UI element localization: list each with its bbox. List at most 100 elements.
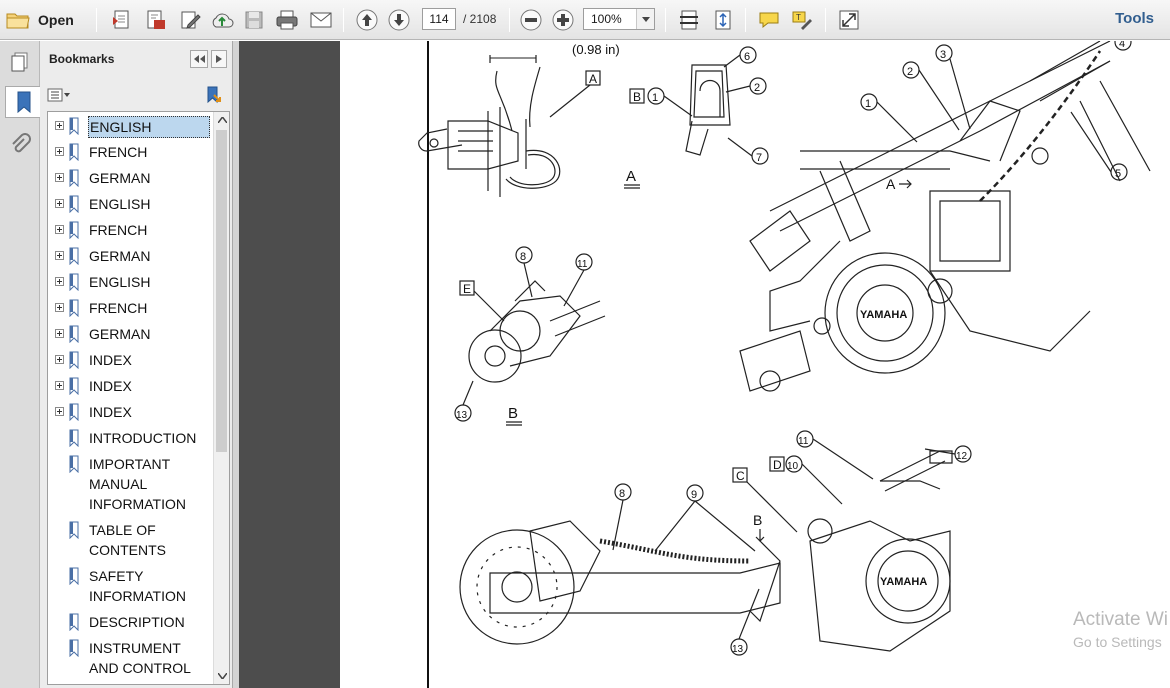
comment-icon[interactable] [755,7,783,33]
callout-8: 8 [520,251,526,263]
bookmark-label: DESCRIPTION [89,614,185,630]
zoom-select[interactable]: 100% [583,8,655,30]
bookmark-icon [68,117,80,140]
bookmarks-panel-title: Bookmarks [49,52,115,66]
expand-icon[interactable] [55,277,64,286]
upload-cloud-icon[interactable] [208,7,236,33]
page-number-input[interactable]: 114 [422,8,456,30]
callout-10: 10 [787,461,799,472]
bookmarks-panel-icon[interactable] [5,86,41,118]
collapse-panel-button[interactable] [190,50,208,68]
engine-brand-text-lower: YAMAHA [880,576,927,588]
scroll-down-icon[interactable] [214,668,229,684]
zoom-in-button[interactable] [550,7,576,33]
create-pdf-icon[interactable] [108,7,136,33]
previous-page-button[interactable] [354,7,380,33]
callout-5: 5 [1115,168,1121,180]
bookmark-options-button[interactable] [47,86,73,104]
toolbar-separator [96,8,97,32]
bookmark-label: IMPORTANT MANUAL INFORMATION [89,456,186,512]
expand-icon[interactable] [55,329,64,338]
edit-pdf-icon[interactable] [176,7,204,33]
bookmark-scrollbar[interactable] [213,112,229,684]
toolbar-separator [509,8,510,32]
cable-guide-illustration [685,64,731,156]
callout-9: 9 [691,489,697,501]
expand-icon[interactable] [55,225,64,234]
arrow-label-b: B [753,512,762,528]
bookmark-icon [68,521,80,544]
highlight-icon[interactable]: T [788,7,816,33]
expand-icon[interactable] [55,199,64,208]
bookmark-icon [68,143,80,166]
bookmark-label: INTRODUCTION [89,430,197,446]
bookmarks-panel: Bookmarks ENGLISH FRENCH GERMAN ENGLISH … [40,41,233,688]
bookmark-icon [68,455,80,478]
bookmark-icon [68,429,80,452]
bookmark-icon [68,567,80,590]
open-label: Open [38,12,74,28]
bookmark-label: INDEX [89,378,132,394]
callout-1-main: 1 [865,98,871,110]
box-label-a: A [589,72,597,86]
new-bookmark-icon[interactable] [203,85,223,105]
view-label-a: A [626,168,636,185]
expand-icon[interactable] [55,173,64,182]
bookmark-label: TABLE OF CONTENTS [89,522,166,558]
bookmark-icon [68,351,80,374]
expand-icon[interactable] [55,251,64,260]
windows-activation-watermark: Activate Wi [1073,609,1169,630]
bookmark-label: FRENCH [89,144,148,160]
next-page-button[interactable] [386,7,412,33]
box-label-c: C [736,469,745,483]
expand-icon[interactable] [55,303,64,312]
expand-icon[interactable] [55,355,64,364]
fullscreen-icon[interactable] [835,7,863,33]
chevron-down-icon[interactable] [636,9,654,29]
folder-icon [6,10,30,30]
zoom-out-button[interactable] [518,7,544,33]
export-pdf-icon[interactable] [142,7,170,33]
bookmark-icon [68,195,80,218]
print-icon[interactable] [272,7,302,33]
toolbar-separator [343,8,344,32]
toolbar-separator [825,8,826,32]
callout-13-lower: 13 [732,644,744,655]
tools-link[interactable]: Tools [1115,10,1154,27]
bookmark-icon [68,639,80,662]
scrollbar-thumb[interactable] [216,130,227,452]
expand-icon[interactable] [55,407,64,416]
fit-page-icon[interactable] [675,7,703,33]
dimension-label: (0.98 in) [572,42,620,57]
svg-text:T: T [796,13,801,22]
arrow-label-a: A [886,176,896,192]
bookmark-icon [68,273,80,296]
box-label-e: E [463,282,471,296]
callout-11-lower: 11 [798,436,809,447]
callout-2: 2 [754,82,760,94]
zoom-value: 100% [591,12,622,26]
bookmark-icon [68,299,80,322]
attachments-icon[interactable] [4,129,36,161]
callout-1: 1 [652,92,658,104]
expand-icon[interactable] [55,381,64,390]
scroll-up-icon[interactable] [214,112,229,128]
page-thumbnails-icon[interactable] [4,46,36,78]
save-icon[interactable] [241,7,267,33]
email-icon[interactable] [306,7,336,33]
fit-width-icon[interactable] [709,7,737,33]
bookmark-label: INDEX [89,404,132,420]
bookmark-icon [68,169,80,192]
expand-icon[interactable] [55,121,64,130]
callout-6: 6 [744,51,750,63]
close-panel-button[interactable] [211,50,227,68]
engine-brand-text: YAMAHA [860,309,907,321]
bookmark-label: GERMAN [89,248,151,264]
bookmark-label: ENGLISH [89,274,151,290]
open-button[interactable]: Open [6,7,82,33]
bookmark-label: GERMAN [89,326,151,342]
callout-7: 7 [756,152,762,164]
callout-12: 12 [956,451,968,462]
bookmark-icon [68,221,80,244]
expand-icon[interactable] [55,147,64,156]
